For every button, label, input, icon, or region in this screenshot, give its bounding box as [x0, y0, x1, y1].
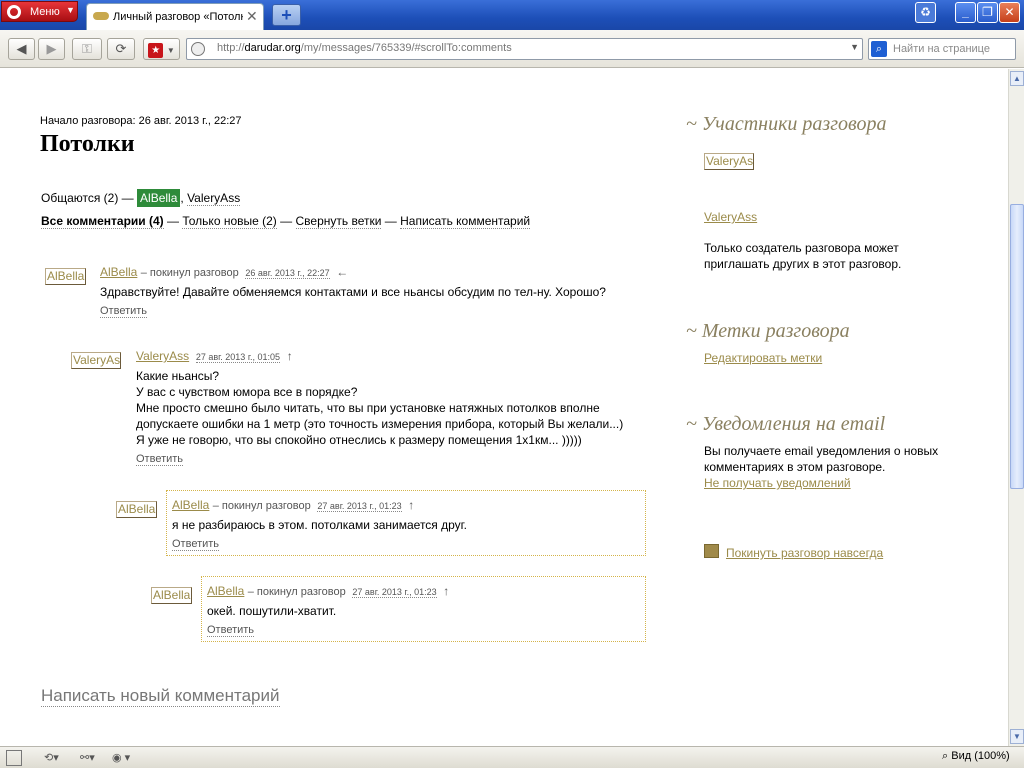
sidebar-notify-title: ~ Уведомления на email: [686, 413, 886, 435]
edit-tags-link[interactable]: Редактировать метки: [704, 350, 822, 366]
participants-prefix: Общаются (2) —: [41, 191, 134, 205]
arrow-left-icon: ◀: [16, 41, 27, 56]
avatar[interactable]: AlBella: [116, 501, 157, 518]
sidebar-notify-note: Вы получаете email уведомления о новых к…: [704, 444, 939, 474]
comment-header: AlBella – покинул разговор 27 авг. 2013 …: [172, 498, 414, 512]
leave-conversation-link[interactable]: Покинуть разговор навсегда: [726, 545, 883, 561]
avatar[interactable]: AlBella: [45, 268, 86, 285]
scroll-down-icon[interactable]: ▼: [1010, 729, 1024, 744]
reply-link[interactable]: Ответить: [207, 624, 255, 637]
wand-button[interactable]: ⚿: [72, 38, 102, 60]
comment-author[interactable]: ValeryAss: [136, 349, 189, 363]
scroll-up-icon[interactable]: ▲: [1010, 71, 1024, 86]
comment-date[interactable]: 27 авг. 2013 г., 01:05: [195, 352, 281, 363]
new-tab-button[interactable]: +: [272, 4, 301, 26]
sidebar-invite-note: Только создатель разговора может приглаш…: [704, 241, 902, 271]
zoom-magnifier-icon: ⌕: [942, 750, 949, 762]
comment-status: – покинул разговор: [140, 267, 239, 279]
window-close-button[interactable]: ✕: [999, 2, 1020, 23]
status-bar: ⟲▾ ⚯▾ ◉ ▾ ⌕ Вид (100%): [0, 746, 1024, 768]
unite-icon[interactable]: ⚯▾: [80, 750, 95, 766]
comment-filters: Все комментарии (4) — Только новые (2) —…: [41, 214, 531, 229]
filter-write[interactable]: Написать комментарий: [400, 214, 531, 229]
back-button[interactable]: ◀: [8, 38, 35, 60]
window-maximize-button[interactable]: ❐: [977, 2, 998, 23]
turbo-icon[interactable]: ◉ ▾: [112, 750, 130, 766]
participant-link[interactable]: ValeryAss: [187, 191, 241, 206]
avatar[interactable]: AlBella: [151, 587, 192, 604]
comment-body: Здравствуйте! Давайте обменяемся контакт…: [100, 285, 606, 299]
arrow-up-icon[interactable]: ↑: [287, 349, 293, 363]
comment-header: AlBella – покинул разговор 26 авг. 2013 …: [100, 265, 348, 279]
navigation-toolbar: ◀ ▶ ⚿ ⟳ ★ ▼ http://darudar.org/my/messag…: [0, 30, 1024, 68]
filter-collapse[interactable]: Свернуть ветки: [295, 214, 382, 229]
comment-date[interactable]: 26 авг. 2013 г., 22:27: [245, 268, 330, 279]
window-minimize-button[interactable]: _: [955, 2, 976, 23]
chevron-down-icon: ▼: [166, 46, 175, 55]
bookmark-star-icon: ★: [148, 43, 164, 58]
forward-button[interactable]: ▶: [38, 38, 65, 60]
opera-menu-button[interactable]: Меню ▼: [1, 1, 78, 22]
site-favicon-icon: [93, 12, 109, 20]
tab-bar: Меню ▼ Личный разговор «Потолки» ✕ + ♻ _…: [0, 0, 1024, 30]
page-content: Начало разговора: 26 авг. 2013 г., 22:27…: [0, 69, 1008, 746]
sync-icon[interactable]: ⟲▾: [44, 750, 59, 766]
arrow-right-icon: ▶: [46, 41, 57, 56]
scrollbar-thumb[interactable]: [1010, 204, 1024, 489]
address-bar[interactable]: http://darudar.org/my/messages/765339/#s…: [186, 38, 863, 60]
comment-body: я не разбираюсь в этом. потолками занима…: [172, 518, 467, 532]
closed-tabs-trash-icon[interactable]: ♻: [915, 2, 936, 23]
arrow-up-icon[interactable]: ↑: [443, 584, 449, 598]
opera-logo-icon: [7, 5, 21, 19]
sidebar-participant-link[interactable]: ValeryAss: [704, 209, 757, 225]
sidebar-participants-title: ~ Участники разговора: [686, 113, 887, 135]
reply-link[interactable]: Ответить: [100, 305, 148, 318]
reload-button[interactable]: ⟳: [107, 38, 135, 60]
tab-active[interactable]: Личный разговор «Потолки» ✕: [86, 3, 264, 30]
filter-all[interactable]: Все комментарии (4): [41, 214, 164, 229]
menu-label: Меню: [30, 6, 60, 18]
globe-icon: [191, 42, 205, 56]
participants-line: Общаются (2) — AlBella, ValeryAss: [41, 189, 241, 207]
filter-new[interactable]: Только новые (2): [182, 214, 277, 229]
avatar[interactable]: ValeryAss: [704, 153, 754, 170]
reply-link[interactable]: Ответить: [136, 453, 184, 466]
comment-date[interactable]: 27 авг. 2013 г., 01:23: [317, 501, 402, 512]
search-input[interactable]: ⌕ Найти на странице: [868, 38, 1016, 60]
comment-header: AlBella – покинул разговор 27 авг. 2013 …: [207, 584, 449, 598]
comment-author[interactable]: AlBella: [207, 584, 244, 598]
reload-icon: ⟳: [115, 41, 127, 56]
unsubscribe-link[interactable]: Не получать уведомлений: [704, 475, 851, 491]
participant-link[interactable]: AlBella: [137, 189, 181, 207]
conversation-start-date: Начало разговора: 26 авг. 2013 г., 22:27: [40, 115, 242, 127]
address-url: http://darudar.org/my/messages/765339/#s…: [217, 42, 512, 54]
chevron-down-icon[interactable]: ▼: [850, 42, 859, 52]
search-placeholder: Найти на странице: [893, 43, 990, 55]
tab-title: Личный разговор «Потолки»: [113, 11, 243, 23]
speed-dial-button[interactable]: ★ ▼: [143, 38, 180, 60]
key-icon: ⚿: [82, 41, 92, 56]
chevron-down-icon: ▼: [66, 5, 75, 15]
comment-header: ValeryAss 27 авг. 2013 г., 01:05 ↑: [136, 349, 293, 363]
sidebar-tags-title: ~ Метки разговора: [686, 320, 850, 342]
comment-author[interactable]: AlBella: [172, 498, 209, 512]
avatar[interactable]: ValeryAss: [71, 352, 121, 369]
search-icon: ⌕: [871, 41, 887, 57]
page-title: Потолки: [40, 131, 135, 157]
reply-link[interactable]: Ответить: [172, 538, 220, 551]
comment-status: – покинул разговор: [247, 586, 346, 598]
panel-toggle-icon[interactable]: [6, 750, 22, 766]
leave-door-icon[interactable]: [704, 544, 719, 558]
arrow-left-icon[interactable]: ←: [336, 265, 348, 279]
comment-date[interactable]: 27 авг. 2013 г., 01:23: [352, 587, 437, 598]
comment-status: – покинул разговор: [212, 500, 311, 512]
comment-body: окей. пошутили-хватит.: [207, 604, 337, 618]
zoom-indicator[interactable]: ⌕ Вид (100%): [942, 750, 1010, 763]
comment-body: Какие ньансы? У вас с чувством юмора все…: [136, 369, 624, 447]
comment-author[interactable]: AlBella: [100, 265, 137, 279]
tab-close-icon[interactable]: ✕: [246, 8, 258, 25]
arrow-up-icon[interactable]: ↑: [408, 498, 414, 512]
write-new-comment-link[interactable]: Написать новый комментарий: [41, 686, 280, 707]
vertical-scrollbar[interactable]: ▲ ▼: [1008, 69, 1024, 746]
